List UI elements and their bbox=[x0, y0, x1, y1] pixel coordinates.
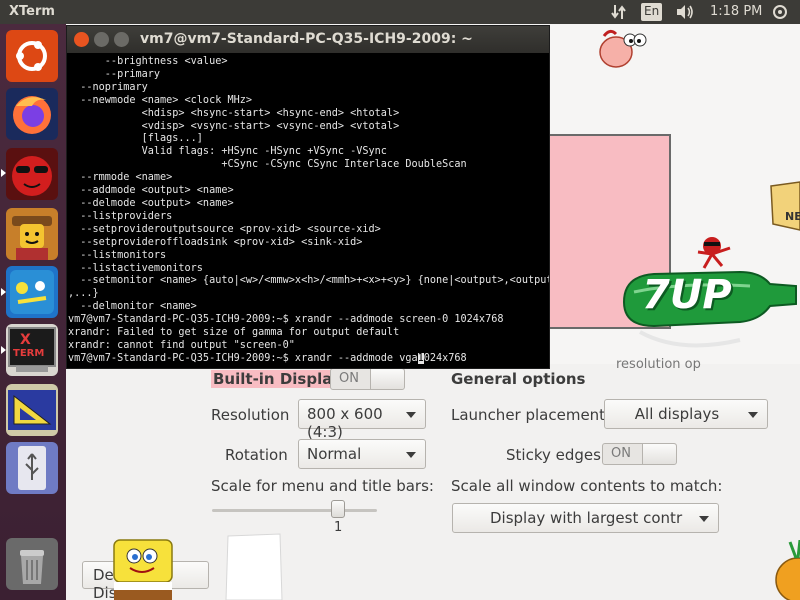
terminal-line: --delmode <output> <name> bbox=[68, 197, 234, 209]
minimize-icon[interactable] bbox=[94, 32, 109, 47]
running-indicator bbox=[1, 346, 6, 354]
launcher-placement-value: All displays bbox=[634, 405, 720, 423]
close-icon[interactable] bbox=[74, 32, 89, 47]
maximize-icon[interactable] bbox=[114, 32, 129, 47]
running-indicator bbox=[1, 288, 6, 296]
terminal-prompt-line[interactable]: vm7@vm7-Standard-PC-Q35-ICH9-2009:~$ xra… bbox=[68, 352, 548, 366]
chevron-down-icon bbox=[699, 516, 709, 522]
ubuntu-dash-icon[interactable] bbox=[6, 30, 58, 82]
terminal-line: --setmonitor <name> {auto|<w>/<mmw>x<h>/… bbox=[68, 275, 549, 287]
terminal-line: --delmonitor <name> bbox=[68, 301, 197, 313]
red-face-icon bbox=[12, 156, 52, 196]
firefox-icon[interactable] bbox=[6, 88, 58, 140]
toggle-knob bbox=[642, 444, 676, 464]
terminal-line: --listmonitors bbox=[68, 249, 167, 261]
trash-can-icon bbox=[20, 550, 44, 584]
xterm-window[interactable]: vm7@vm7-Standard-PC-Q35-ICH9-2009: ~ --b… bbox=[66, 25, 550, 369]
trash-icon[interactable] bbox=[6, 538, 58, 590]
rotation-dropdown[interactable]: Normal bbox=[298, 439, 426, 469]
network-arrows-icon[interactable] bbox=[610, 3, 628, 21]
active-app-name[interactable]: XTerm bbox=[9, 4, 55, 19]
chevron-down-icon bbox=[406, 452, 416, 458]
terminal-line: --setprovideroutputsource <prov-xid> <so… bbox=[68, 223, 381, 235]
sign-fragment-text: NE bbox=[785, 210, 800, 223]
xterm-titlebar[interactable]: vm7@vm7-Standard-PC-Q35-ICH9-2009: ~ bbox=[67, 26, 549, 53]
set-square-icon bbox=[8, 390, 56, 430]
sticky-edges-toggle[interactable]: ON bbox=[602, 443, 677, 465]
terminal-line: --rmmode <name> bbox=[68, 172, 173, 184]
chevron-down-icon bbox=[748, 412, 758, 418]
resolution-dropdown[interactable]: 800 x 600 (4:3) bbox=[298, 399, 426, 441]
terminal-line: <hdisp> <hsync-start> <hsync-end> <htota… bbox=[68, 107, 400, 119]
scale-slider-handle[interactable] bbox=[331, 500, 345, 518]
terminal-line: xrandr: Failed to get size of gamma for … bbox=[68, 327, 400, 339]
toggle-knob bbox=[370, 369, 404, 389]
running-indicator bbox=[1, 169, 6, 177]
terminal-line: --newmode <name> <clock MHz> bbox=[68, 94, 253, 106]
top-panel: XTerm En 1:18 PM bbox=[0, 0, 800, 24]
lego-figure-icon bbox=[12, 216, 52, 260]
terminal-line: +CSync -CSync CSync Interlace DoubleScan bbox=[68, 159, 467, 171]
terminal-line: --primary bbox=[68, 68, 161, 80]
rotation-value: Normal bbox=[307, 445, 362, 463]
terminal-line: --setprovideroffloadsink <prov-xid> <sin… bbox=[68, 236, 363, 248]
scale-value: 1 bbox=[334, 520, 343, 535]
cartoon-face-sticker-icon bbox=[599, 29, 647, 68]
terminal-line: vm7@vm7-Standard-PC-Q35-ICH9-2009:~$ xra… bbox=[68, 314, 504, 326]
firefox-logo-icon bbox=[13, 96, 51, 134]
terminal-line: --noprimary bbox=[68, 81, 148, 93]
app-geometry-icon[interactable] bbox=[6, 384, 58, 436]
xterm-icon-x: X bbox=[20, 332, 31, 348]
terminal-line: --listproviders bbox=[68, 210, 173, 222]
scale-all-value: Display with largest contr bbox=[490, 509, 683, 527]
scale-menu-label: Scale for menu and title bars: bbox=[211, 477, 434, 495]
xterm-icon-term: TERM bbox=[13, 348, 45, 359]
xterm-launcher-icon[interactable]: X TERM bbox=[6, 324, 58, 376]
terminal-line: --brightness <value> bbox=[68, 56, 228, 67]
usb-drive-icon[interactable] bbox=[6, 442, 58, 494]
scale-all-dropdown[interactable]: Display with largest contr bbox=[452, 503, 719, 533]
launcher: X TERM bbox=[0, 24, 66, 600]
terminal-line: Valid flags: +HSync -HSync +VSync -VSync bbox=[68, 146, 387, 158]
terminal-line: --addmode <output> <name> bbox=[68, 185, 234, 197]
resolution-label: Resolution bbox=[211, 406, 290, 424]
app-blue-sponge-icon[interactable] bbox=[6, 266, 58, 318]
sponge-icon bbox=[10, 270, 54, 314]
chevron-down-icon bbox=[406, 412, 416, 418]
power-gear-icon[interactable] bbox=[770, 3, 790, 21]
general-options-label: General options bbox=[451, 370, 586, 388]
ubuntu-logo-icon bbox=[16, 41, 47, 71]
prompt-after-cursor: 024x768 bbox=[423, 352, 467, 364]
usb-symbol-icon bbox=[18, 446, 46, 490]
xterm-window-title: vm7@vm7-Standard-PC-Q35-ICH9-2009: ~ bbox=[140, 31, 473, 47]
terminal-line: --listactivemonitors bbox=[68, 262, 203, 274]
terminal-line: <vdisp> <vsync-start> <vsync-end> <vtota… bbox=[68, 120, 400, 132]
builtin-toggle-text: ON bbox=[339, 371, 359, 386]
scale-slider-track[interactable] bbox=[212, 509, 377, 512]
terminal-output[interactable]: --brightness <value> --primary --noprima… bbox=[67, 54, 549, 368]
app-lego-cowboy-icon[interactable] bbox=[6, 208, 58, 260]
sticky-edges-label: Sticky edges bbox=[506, 446, 601, 464]
app-red-sunglasses-icon[interactable] bbox=[6, 148, 58, 200]
rotation-label: Rotation bbox=[225, 446, 288, 464]
spongebob-sticker-icon bbox=[113, 539, 173, 600]
white-sponge-silhouette-icon bbox=[225, 533, 283, 600]
scale-all-label: Scale all window contents to match: bbox=[451, 477, 723, 495]
volume-icon[interactable] bbox=[675, 3, 695, 21]
builtin-display-toggle[interactable]: ON bbox=[330, 368, 405, 390]
seven-up-logo-text: 7UP bbox=[642, 272, 732, 318]
launcher-placement-dropdown[interactable]: All displays bbox=[604, 399, 768, 429]
terminal-line: [flags...] bbox=[68, 133, 203, 145]
terminal-line: ,...} bbox=[68, 288, 99, 300]
sticky-toggle-text: ON bbox=[611, 446, 631, 461]
pineapple-sticker-icon bbox=[775, 540, 800, 600]
builtin-display-label: Built-in Display bbox=[211, 370, 344, 388]
keyboard-layout-indicator[interactable]: En bbox=[641, 3, 663, 21]
terminal-line: xrandr: cannot find output "screen-0" bbox=[68, 339, 295, 351]
launcher-placement-label: Launcher placement bbox=[451, 406, 606, 424]
clock[interactable]: 1:18 PM bbox=[710, 4, 762, 19]
prompt-before-cursor: vm7@vm7-Standard-PC-Q35-ICH9-2009:~$ xra… bbox=[68, 352, 418, 364]
